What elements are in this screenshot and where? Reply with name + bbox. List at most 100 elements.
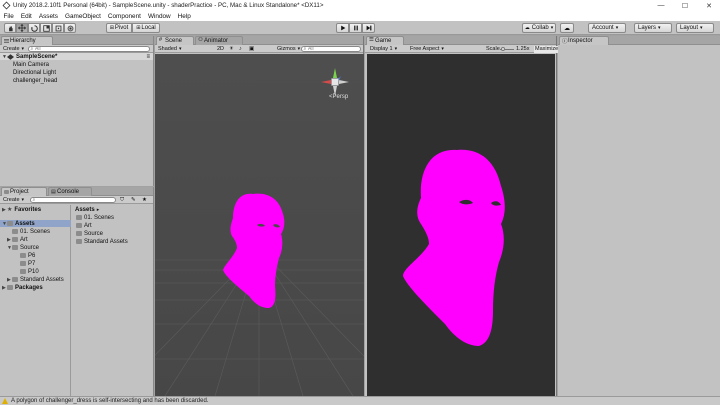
scene-search-input[interactable]: ⌕ All [301,46,361,52]
layout-dropdown[interactable]: Layout [676,23,714,33]
account-dropdown[interactable]: Account [588,23,626,33]
tab-console[interactable]: ▤ Console [48,187,92,196]
tree-folder-label: P6 [28,252,36,259]
layers-dropdown[interactable]: Layers [634,23,672,33]
tab-inspector[interactable]: ⓘ Inspector [559,36,609,45]
tab-console-label: Console [57,189,80,195]
hierarchy-create-button[interactable]: Create [3,46,24,53]
scale-value-text: 1.25x [516,46,530,52]
lighting-icon[interactable]: ☀ [229,46,234,53]
rotate-tool-button[interactable] [28,23,40,33]
tree-folder-p10[interactable]: P10 [0,268,39,275]
tab-animator[interactable]: ⚇ Animator [195,36,243,45]
tab-hierarchy[interactable]: Hierarchy [1,36,53,45]
tree-folder-p6[interactable]: P6 [0,252,35,259]
menu-window[interactable]: Window [144,13,174,20]
pause-icon [353,25,358,31]
scene-view-panel: # Scene ⚇ Animator Shaded 2D ☀ ♪ ▣ Gizmo… [155,36,364,396]
scale-tool-button[interactable] [40,23,52,33]
hierarchy-item-label: Directional Light [13,69,57,76]
local-toggle[interactable]: ⊞ Local [132,23,160,33]
gizmos-label: Gizmos [277,46,296,52]
assets-folder-row[interactable]: ▼ Assets [0,220,71,227]
hierarchy-item-main-camera[interactable]: Main Camera [0,61,49,68]
shading-mode-dropdown[interactable]: Shaded [158,46,181,53]
tab-project[interactable]: Project [1,187,47,196]
status-bar[interactable]: A polygon of challenger_dress is self-in… [0,396,720,405]
tree-folder-source[interactable]: ▼ Source [0,244,39,251]
window-title: Unity 2018.2.10f1 Personal (64bit) - Sam… [13,2,324,9]
tree-folder-standard-assets[interactable]: ▶ Standard Assets [0,276,64,283]
tab-game-label: Game [375,38,392,44]
filter-type-icon[interactable]: ⛉ [120,197,124,204]
display-dropdown[interactable]: Display 1 [370,46,397,53]
scale-value: 1.25x [516,46,529,53]
menu-gameobject[interactable]: GameObject [62,13,105,20]
gizmos-dropdown[interactable]: Gizmos [277,46,300,53]
favorites-row[interactable]: ▶ ★ Favorites [0,206,42,214]
menu-component[interactable]: Component [104,13,144,20]
scene-grid [155,54,364,396]
hierarchy-search-input[interactable]: ⌕ All [28,46,150,52]
maximize-on-play-toggle[interactable]: Maximize [534,45,560,53]
aspect-label: Free Aspect [410,46,440,52]
content-folder-standard-assets[interactable]: Standard Assets [72,238,128,245]
move-tool-button[interactable] [16,23,28,33]
tree-folder-p7[interactable]: P7 [0,260,35,267]
star-icon: ★ [7,207,13,213]
hierarchy-item-directional-light[interactable]: Directional Light [0,69,56,76]
tab-game[interactable]: ☰ Game [366,36,404,45]
content-folder-source[interactable]: Source [72,230,103,237]
tree-folder-label: Standard Assets [20,276,64,283]
step-button[interactable] [362,23,375,33]
chevron-right-icon: ▸ [96,206,100,213]
project-create-button[interactable]: Create [3,197,24,204]
pivot-toggle[interactable]: ⊞ Pivot [106,23,132,33]
menu-help[interactable]: Help [174,13,194,20]
scale-slider[interactable] [500,46,514,51]
close-button[interactable]: ✕ [698,0,720,11]
tree-folder-scenes[interactable]: 01. Scenes [0,228,50,235]
rect-tool-button[interactable] [52,23,64,33]
scene-viewport[interactable]: <Persp [155,54,364,396]
tree-folder-art[interactable]: ▶ Art [0,236,28,243]
warning-icon [2,398,8,404]
project-search-input[interactable]: ⌕ [30,197,116,203]
cloud-services-button[interactable]: ☁ [560,23,574,33]
minimize-button[interactable]: — [650,0,672,11]
collab-dropdown[interactable]: ☁ Collab [522,23,556,33]
maximize-button[interactable]: ☐ [674,0,696,11]
scene-row[interactable]: ▼ SampleScene* ≡ [0,53,153,60]
content-folder-art[interactable]: Art [72,222,92,229]
scale-slider-thumb[interactable] [501,46,505,51]
scene-menu-icon[interactable]: ≡ [146,54,150,60]
content-folder-scenes[interactable]: 01. Scenes [72,214,114,221]
toggle-2d-button[interactable]: 2D [217,46,224,53]
content-folder-label: Standard Assets [84,238,128,245]
favorites-label: Favorites [14,206,42,213]
menu-bar: File Edit Assets GameObject Component Wi… [0,11,720,21]
rect-icon [55,25,61,31]
projection-label[interactable]: <Persp [329,94,348,100]
audio-icon[interactable]: ♪ [239,46,242,53]
menu-edit[interactable]: Edit [17,13,35,20]
folder-icon [12,229,18,234]
move-icon [18,24,26,32]
hand-tool-button[interactable] [4,23,16,33]
pause-button[interactable] [349,23,362,33]
folder-icon [20,269,26,274]
hierarchy-item-challenger-head[interactable]: challenger_head [0,77,57,84]
packages-row[interactable]: ▶ Packages [0,284,43,291]
project-breadcrumb[interactable]: Assets ▸ [72,206,99,213]
display-label: Display 1 [370,46,393,52]
game-viewport[interactable] [367,54,555,396]
menu-file[interactable]: File [0,13,17,20]
aspect-dropdown[interactable]: Free Aspect [410,46,444,53]
favorite-star-icon[interactable]: ★ [142,197,147,204]
effects-icon[interactable]: ▣ [249,46,254,53]
play-button[interactable] [336,23,349,33]
menu-assets[interactable]: Assets [35,13,61,20]
tab-scene[interactable]: # Scene [156,36,194,45]
filter-label-icon[interactable]: ✎ [131,197,136,204]
transform-tool-button[interactable] [64,23,76,33]
